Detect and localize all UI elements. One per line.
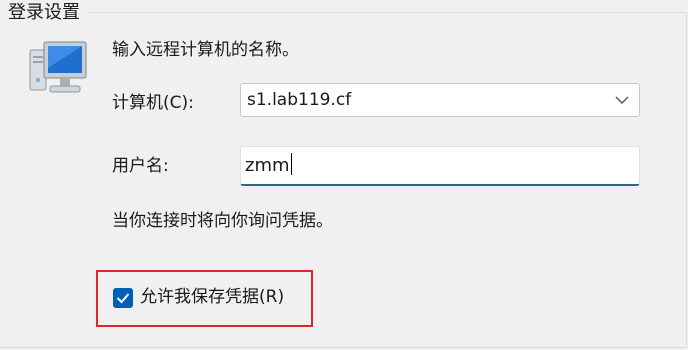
computer-combobox[interactable]: s1.lab119.cf bbox=[240, 83, 640, 117]
text-caret bbox=[290, 153, 292, 175]
chevron-down-icon[interactable] bbox=[615, 94, 629, 106]
login-settings-dialog: 登录设置 输入远程计算机的名称。 计算机(C): s1.lab119.cf 用户… bbox=[0, 0, 688, 350]
username-label: 用户名: bbox=[112, 156, 169, 176]
username-value[interactable]: zmm bbox=[245, 153, 292, 178]
instruction-text: 输入远程计算机的名称。 bbox=[112, 40, 299, 60]
username-input[interactable]: zmm bbox=[240, 146, 640, 186]
save-credentials-label[interactable]: 允许我保存凭据(R) bbox=[140, 285, 284, 309]
group-title: 登录设置 bbox=[0, 0, 88, 26]
computer-monitor-icon bbox=[29, 41, 87, 93]
computer-label: 计算机(C): bbox=[112, 93, 194, 113]
computer-value[interactable]: s1.lab119.cf bbox=[247, 88, 351, 112]
checkmark-icon bbox=[116, 293, 130, 304]
credentials-info-text: 当你连接时将向你询问凭据。 bbox=[112, 211, 333, 231]
save-credentials-checkbox[interactable] bbox=[113, 288, 133, 308]
